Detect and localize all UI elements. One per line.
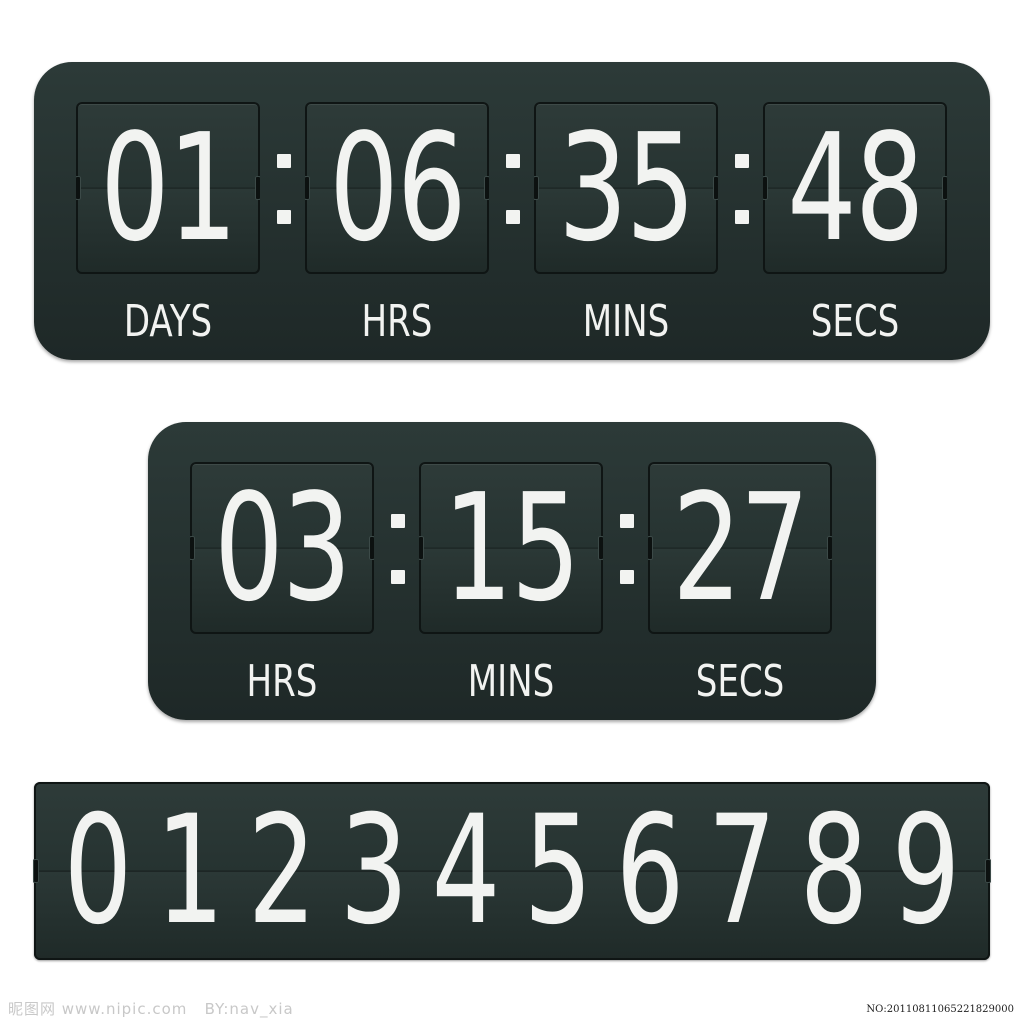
seconds-label: SECS [810,296,900,347]
hinge [763,176,768,200]
days-flip-card: 01 [76,102,260,274]
seconds-label: SECS [695,656,785,707]
countdown-days-panel: 01 06 35 48 DAYS HRS MINS SECS [34,62,990,360]
seconds-flip-card: 48 [763,102,947,274]
minutes-value: 15 [443,462,580,634]
hours-label: HRS [246,656,318,707]
strip-digit-3: 3 [339,784,409,958]
colon-separator [277,154,291,224]
hinge [942,176,947,200]
hinge [369,536,374,560]
hours-flip-card: 06 [305,102,489,274]
hours-label: HRS [361,296,433,347]
hinge [33,859,39,883]
strip-digit-9: 9 [891,784,961,958]
hours-flip-card: 03 [190,462,374,634]
colon-separator [620,514,634,584]
hinge [255,176,260,200]
hinge [648,536,653,560]
days-label: DAYS [123,296,213,347]
hinge [534,176,539,200]
strip-digit-8: 8 [799,784,869,958]
hinge [713,176,718,200]
hinge [419,536,424,560]
minutes-flip-card: 35 [534,102,718,274]
watermark-id: NO:20110811065221829000 [866,1004,1014,1015]
hinge [190,536,195,560]
strip-digit-6: 6 [615,784,685,958]
hinge [76,176,81,200]
hinge [985,859,991,883]
hours-value: 06 [329,102,466,274]
colon-separator [735,154,749,224]
days-value: 01 [100,102,237,274]
minutes-label: MINS [582,296,670,347]
minutes-label: MINS [467,656,555,707]
strip-digit-0: 0 [63,784,133,958]
colon-separator [506,154,520,224]
seconds-flip-card: 27 [648,462,832,634]
hinge [484,176,489,200]
minutes-value: 35 [558,102,695,274]
strip-digit-7: 7 [707,784,777,958]
watermark-site: 昵图网 www.nipic.com BY:nav_xia [8,1000,294,1018]
strip-digit-2: 2 [247,784,317,958]
hinge [598,536,603,560]
seconds-value: 48 [787,102,924,274]
strip-digit-4: 4 [431,784,501,958]
strip-digit-1: 1 [155,784,225,958]
seconds-value: 27 [672,462,809,634]
digit-strip: 0 1 2 3 4 5 6 7 8 9 [33,782,991,960]
countdown-hours-panel: 03 15 27 HRS MINS SECS [148,422,876,720]
strip-digit-5: 5 [523,784,593,958]
colon-separator [391,514,405,584]
hours-value: 03 [214,462,351,634]
hinge [305,176,310,200]
hinge [827,536,832,560]
minutes-flip-card: 15 [419,462,603,634]
